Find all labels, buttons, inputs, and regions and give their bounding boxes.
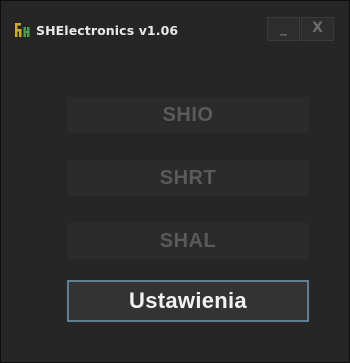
settings-button[interactable]: Ustawienia [67,280,309,322]
window-title: SHElectronics v1.06 [36,23,179,38]
close-button[interactable]: X [301,17,334,41]
title-bar[interactable]: SHElectronics v1.06 _ X [1,1,349,41]
app-logo-icon [15,23,30,37]
shal-button[interactable]: SHAL [67,223,309,259]
shrt-button[interactable]: SHRT [67,160,309,196]
app-window: SHElectronics v1.06 _ X SHIO SHRT SHAL U… [0,0,350,363]
shio-button[interactable]: SHIO [67,97,309,133]
minimize-button[interactable]: _ [267,17,300,41]
